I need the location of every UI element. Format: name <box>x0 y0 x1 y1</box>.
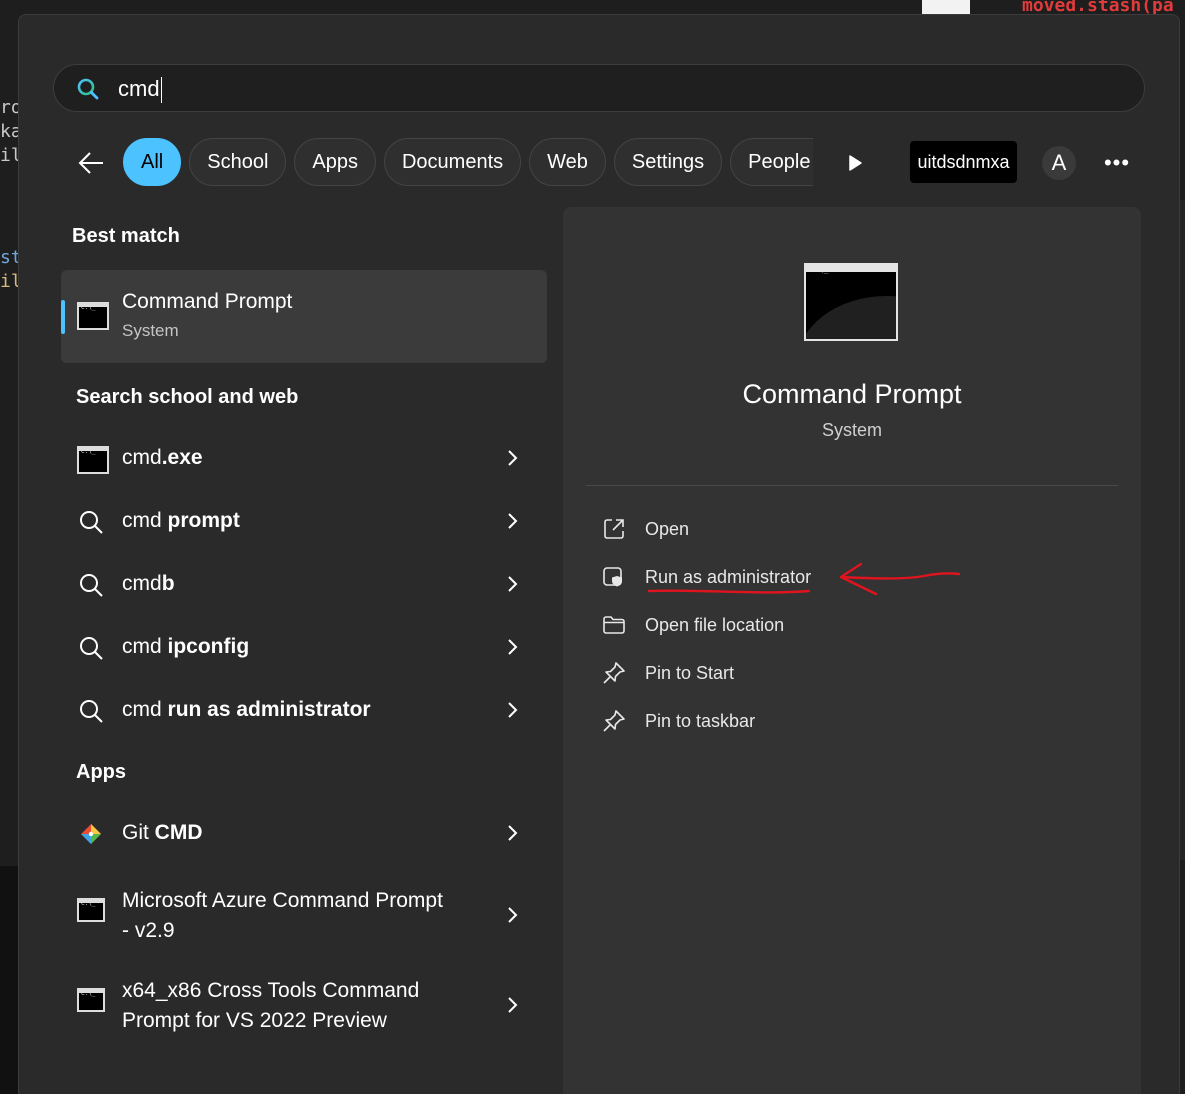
action-label: Open file location <box>645 614 785 635</box>
chevron-right-icon <box>508 997 518 1013</box>
command-prompt-large-icon: C:\_ <box>804 263 898 341</box>
result-label: cmd prompt <box>122 509 240 532</box>
git-icon <box>81 824 101 844</box>
selection-indicator <box>61 300 65 334</box>
action-label: Pin to Start <box>645 662 735 683</box>
list-item[interactable]: Microsoft Azure Command Prompt- v2.9 <box>61 878 547 954</box>
chevron-right-icon <box>508 450 518 466</box>
tab-apps[interactable]: Apps <box>294 138 376 186</box>
pin-icon <box>603 662 625 684</box>
tab-all[interactable]: All <box>123 138 182 186</box>
search-web-heading: Search school and web <box>76 386 299 408</box>
shield-window-icon <box>603 567 622 587</box>
result-label: cmd.exe <box>122 446 203 469</box>
action-open[interactable]: Open <box>601 511 901 547</box>
result-label: cmd run as administrator <box>122 698 371 721</box>
chevron-right-icon <box>508 576 518 592</box>
command-prompt-icon <box>77 302 109 330</box>
folder-icon <box>603 616 625 634</box>
best-match-result[interactable]: Command Prompt System <box>61 270 547 363</box>
best-match-title: Command Prompt <box>122 290 293 313</box>
search-icon <box>80 511 103 534</box>
cmd-app-icon <box>77 988 105 1012</box>
filter-tabs: All School Apps Documents Web Settings P… <box>123 138 814 186</box>
result-label: cmdb <box>122 572 175 595</box>
list-item[interactable]: x64_x86 Cross Tools CommandPrompt for VS… <box>61 968 547 1044</box>
action-label: Pin to taskbar <box>645 710 756 731</box>
open-external-icon <box>604 519 624 539</box>
chevron-right-icon <box>508 825 518 841</box>
list-item[interactable]: cmd run as administrator <box>61 682 547 740</box>
back-arrow-icon <box>78 152 103 174</box>
result-label: cmd ipconfig <box>122 635 250 658</box>
list-item[interactable]: cmd ipconfig <box>61 619 547 677</box>
detail-category: System <box>821 420 882 440</box>
search-box[interactable]: cmd <box>53 64 1145 112</box>
search-icon <box>77 78 99 100</box>
result-label: Git CMD <box>122 821 203 844</box>
search-icon <box>80 637 103 660</box>
list-item[interactable]: cmd prompt <box>61 493 547 551</box>
cmd-app-icon <box>77 898 105 922</box>
start-search-panel: cmd All School Apps Documents Web Settin… <box>18 14 1180 1094</box>
list-item[interactable]: Git CMD <box>61 805 547 863</box>
tab-documents[interactable]: Documents <box>383 138 522 186</box>
chevron-right-icon <box>508 639 518 655</box>
list-item[interactable]: cmd.exe <box>61 430 547 488</box>
search-icon <box>80 700 103 723</box>
tab-settings[interactable]: Settings <box>613 138 723 186</box>
tab-web[interactable]: Web <box>529 138 606 186</box>
list-item[interactable]: cmdb <box>61 556 547 614</box>
detail-panel: C:\_ Command Prompt System Open Run as a… <box>563 207 1141 1094</box>
chevron-right-icon <box>508 513 518 529</box>
tab-school[interactable]: School <box>189 138 287 186</box>
more-options-icon[interactable]: ••• <box>1101 147 1133 179</box>
account-button[interactable]: uitdsdnmxa <box>910 141 1017 183</box>
best-match-subtitle: System <box>122 321 179 340</box>
icon-prompt-glyph: C:\_ <box>809 265 829 274</box>
tab-people[interactable]: People <box>730 138 814 186</box>
background-dark-area <box>0 866 18 1094</box>
action-pin-to-taskbar[interactable]: Pin to taskbar <box>601 703 901 739</box>
text-caret <box>160 77 162 104</box>
background-window-fragment <box>922 0 970 14</box>
icon-swoosh <box>806 296 896 339</box>
search-icon <box>80 574 103 597</box>
detail-title: Command Prompt <box>742 379 962 409</box>
scroll-filters-play-icon[interactable] <box>845 153 865 173</box>
search-input[interactable]: cmd <box>118 76 162 104</box>
avatar[interactable]: A <box>1042 146 1076 180</box>
action-open-file-location[interactable]: Open file location <box>601 607 901 643</box>
apps-heading: Apps <box>76 761 126 783</box>
back-button[interactable] <box>73 145 109 181</box>
result-label: x64_x86 Cross Tools Command Prompt for VS… <box>122 979 420 1032</box>
best-match-heading: Best match <box>72 225 180 247</box>
cmd-app-icon <box>77 446 109 474</box>
action-pin-to-start[interactable]: Pin to Start <box>601 655 901 691</box>
chevron-right-icon <box>508 702 518 718</box>
action-label: Open <box>645 518 690 539</box>
divider <box>586 485 1118 486</box>
chevron-right-icon <box>508 907 518 923</box>
annotation-arrow-underline <box>647 562 961 596</box>
pin-icon <box>603 710 625 732</box>
result-label: Microsoft Azure Command Prompt - v2.9 <box>122 889 443 942</box>
